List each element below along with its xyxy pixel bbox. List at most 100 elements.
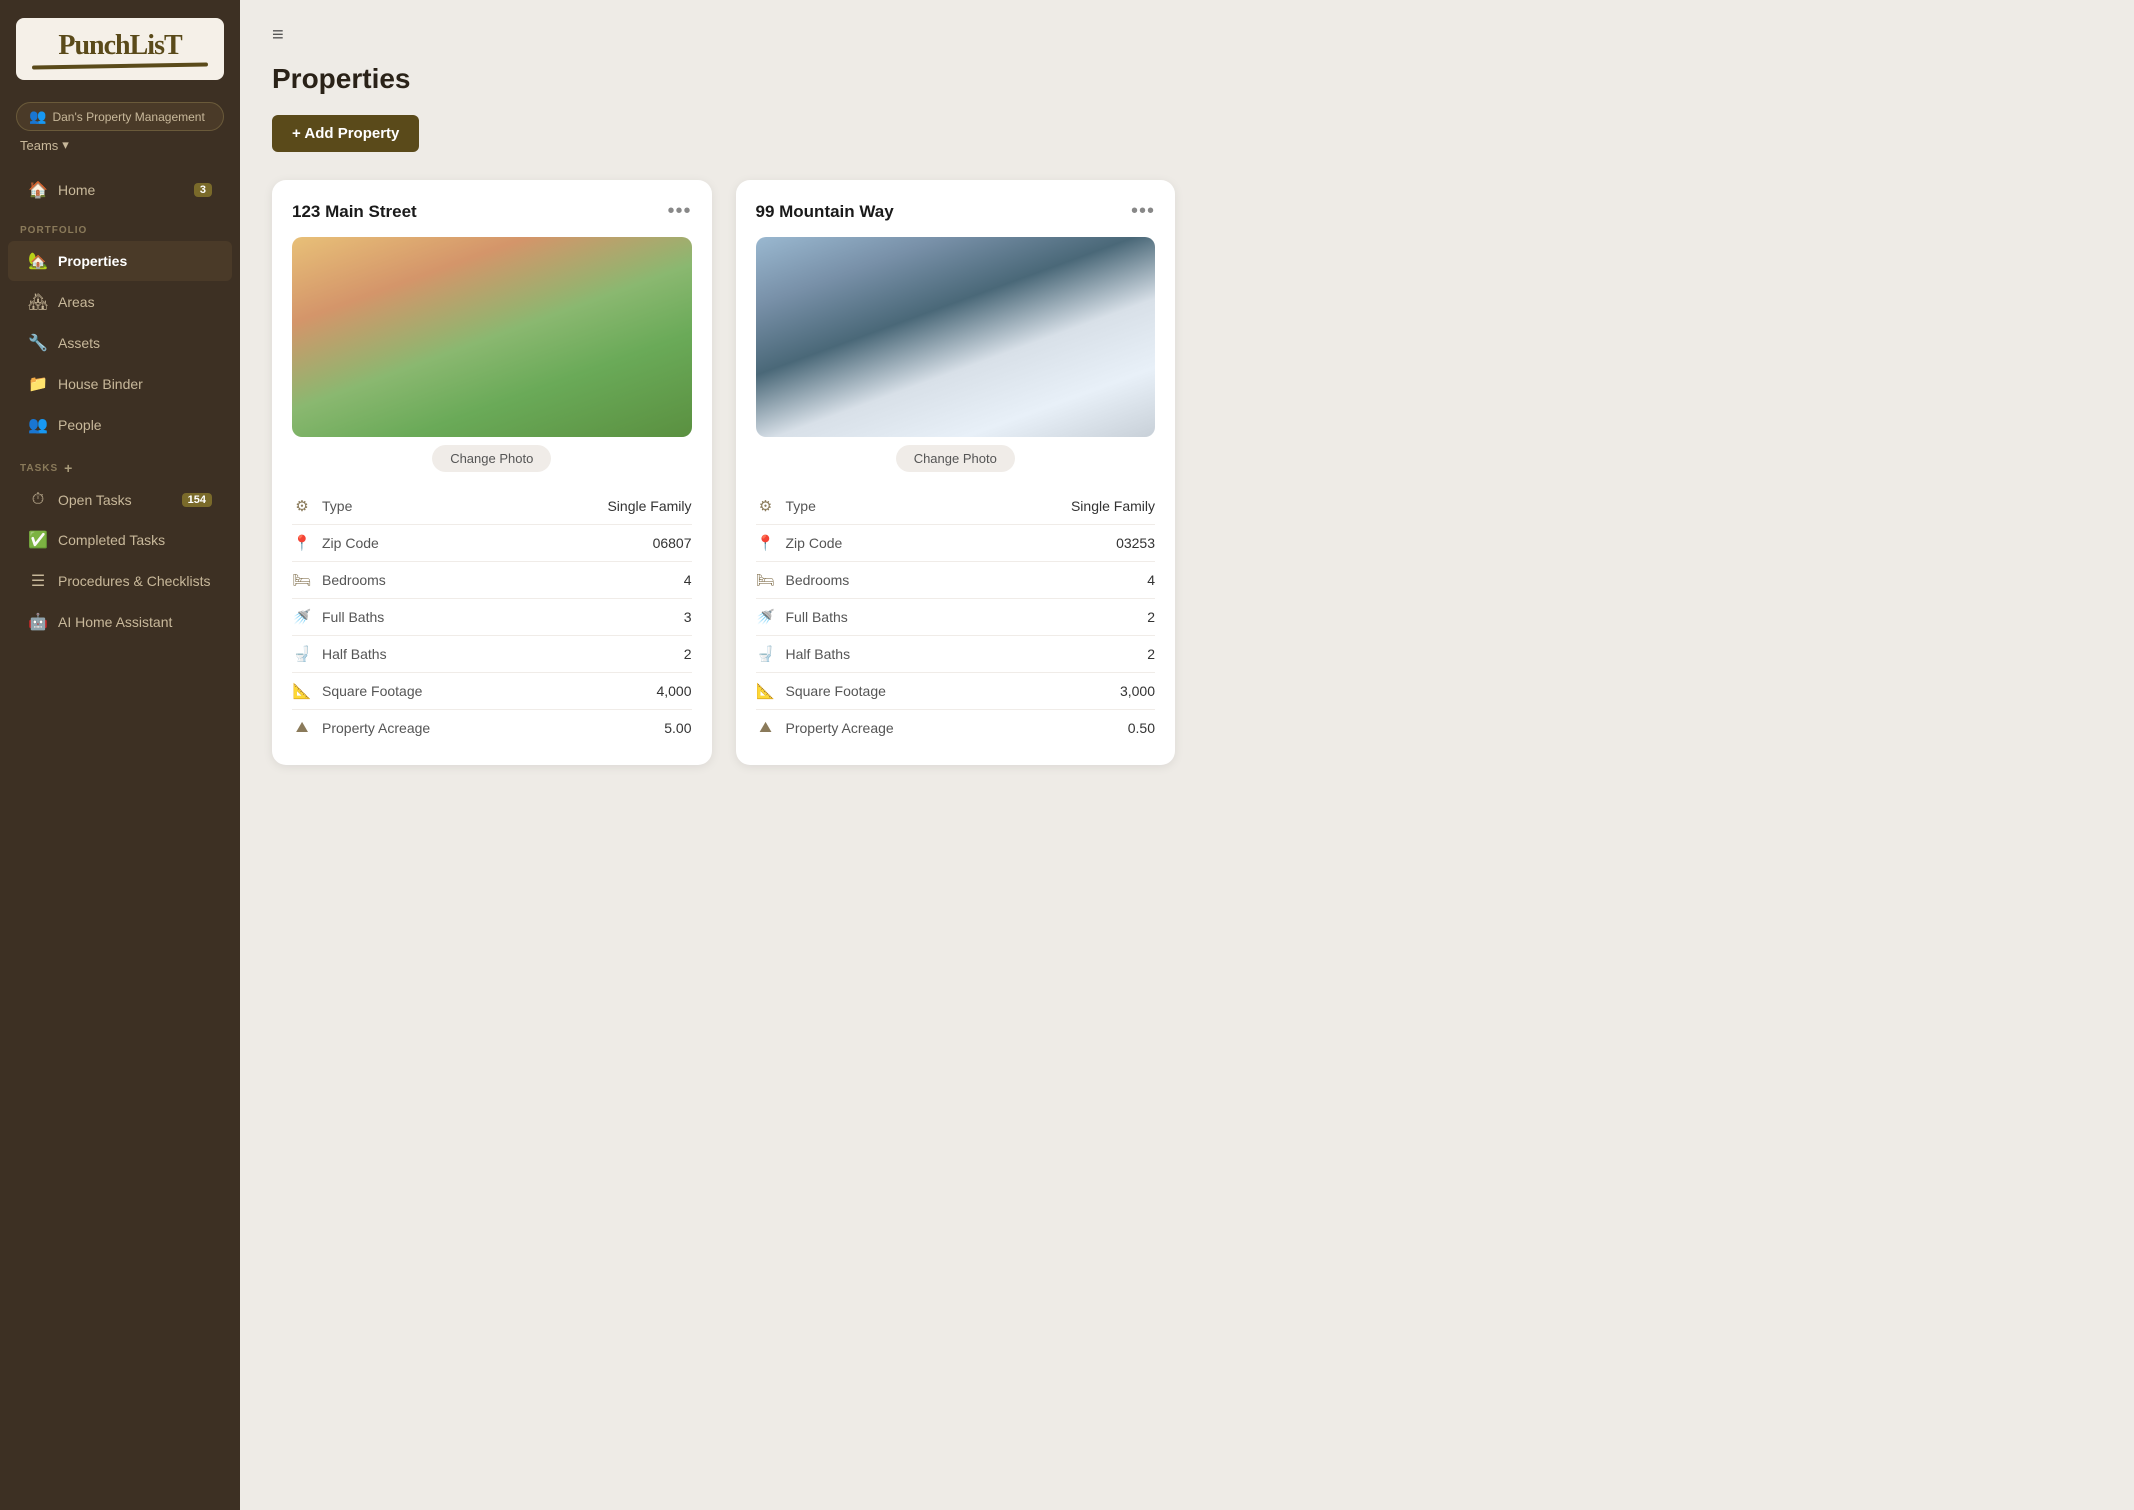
detail-value-4: 2 bbox=[1147, 646, 1155, 662]
areas-icon: 🏘 bbox=[28, 292, 48, 312]
sidebar-item-ai-assistant[interactable]: 🤖 AI Home Assistant bbox=[8, 602, 232, 642]
home-badge: 3 bbox=[194, 183, 212, 197]
ai-assistant-icon: 🤖 bbox=[28, 612, 48, 632]
detail-value-1: 06807 bbox=[653, 535, 692, 551]
detail-icon-6: ⛰ bbox=[756, 719, 776, 736]
sidebar-properties-label: Properties bbox=[58, 253, 127, 269]
people-icon: 👥 bbox=[28, 415, 48, 435]
detail-value-2: 4 bbox=[1147, 572, 1155, 588]
add-property-button[interactable]: + Add Property bbox=[272, 115, 419, 152]
house-binder-icon: 📁 bbox=[28, 374, 48, 394]
property-details: ⚙ Type Single Family 📍 Zip Code 06807 🛏 … bbox=[292, 488, 692, 745]
sidebar-people-label: People bbox=[58, 417, 102, 433]
sidebar-item-procedures[interactable]: ☰ Procedures & Checklists bbox=[8, 561, 232, 601]
change-photo-button[interactable]: Change Photo bbox=[432, 445, 551, 472]
detail-icon-2: 🛏 bbox=[292, 571, 312, 589]
detail-value-5: 3,000 bbox=[1120, 683, 1155, 699]
detail-label-6: Property Acreage bbox=[786, 720, 1118, 736]
change-photo-button[interactable]: Change Photo bbox=[896, 445, 1015, 472]
tasks-section-label: TASKS + bbox=[0, 446, 240, 480]
detail-label-0: Type bbox=[786, 498, 1061, 514]
detail-icon-3: 🚿 bbox=[292, 608, 312, 626]
detail-row: 🛏 Bedrooms 4 bbox=[756, 562, 1156, 599]
page-title: Properties bbox=[272, 63, 2102, 95]
sidebar-item-areas[interactable]: 🏘 Areas bbox=[8, 282, 232, 322]
sidebar-open-tasks-label: Open Tasks bbox=[58, 492, 132, 508]
detail-icon-1: 📍 bbox=[292, 534, 312, 552]
property-card-2: 99 Mountain Way ••• Change Photo ⚙ Type … bbox=[736, 180, 1176, 765]
assets-icon: 🔧 bbox=[28, 333, 48, 353]
detail-icon-4: 🚽 bbox=[756, 645, 776, 663]
sidebar-item-assets[interactable]: 🔧 Assets bbox=[8, 323, 232, 363]
logo-underline bbox=[32, 62, 208, 69]
team-badge-icon: 👥 bbox=[29, 108, 46, 125]
sidebar-item-house-binder[interactable]: 📁 House Binder bbox=[8, 364, 232, 404]
sidebar-item-completed-tasks[interactable]: ✅ Completed Tasks bbox=[8, 520, 232, 560]
detail-label-5: Square Footage bbox=[322, 683, 646, 699]
completed-tasks-icon: ✅ bbox=[28, 530, 48, 550]
sidebar-procedures-label: Procedures & Checklists bbox=[58, 573, 211, 589]
detail-icon-5: 📐 bbox=[756, 682, 776, 700]
open-tasks-icon: ⏱ bbox=[28, 491, 48, 509]
card-menu-button[interactable]: ••• bbox=[667, 200, 691, 223]
card-menu-button[interactable]: ••• bbox=[1131, 200, 1155, 223]
detail-value-2: 4 bbox=[684, 572, 692, 588]
property-card-1: 123 Main Street ••• Change Photo ⚙ Type … bbox=[272, 180, 712, 765]
detail-icon-2: 🛏 bbox=[756, 571, 776, 589]
properties-icon: 🏡 bbox=[28, 251, 48, 271]
card-address: 99 Mountain Way bbox=[756, 202, 894, 222]
teams-row[interactable]: Teams ▾ bbox=[0, 135, 240, 165]
card-photo-container bbox=[756, 237, 1156, 437]
detail-icon-6: ⛰ bbox=[292, 719, 312, 736]
detail-icon-0: ⚙ bbox=[292, 497, 312, 515]
sidebar-item-open-tasks[interactable]: ⏱ Open Tasks 154 bbox=[8, 481, 232, 519]
sidebar-ai-label: AI Home Assistant bbox=[58, 614, 172, 630]
card-header: 99 Mountain Way ••• bbox=[756, 200, 1156, 223]
sidebar-item-properties[interactable]: 🏡 Properties bbox=[8, 241, 232, 281]
teams-chevron-icon: ▾ bbox=[62, 137, 69, 153]
detail-row: 📐 Square Footage 3,000 bbox=[756, 673, 1156, 710]
portfolio-section-label: PORTFOLIO bbox=[0, 211, 240, 240]
sidebar-item-home[interactable]: 🏠 Home 3 bbox=[8, 170, 232, 210]
sidebar-home-label: Home bbox=[58, 182, 95, 198]
detail-label-5: Square Footage bbox=[786, 683, 1110, 699]
detail-icon-0: ⚙ bbox=[756, 497, 776, 515]
property-details: ⚙ Type Single Family 📍 Zip Code 03253 🛏 … bbox=[756, 488, 1156, 745]
detail-row: 🛏 Bedrooms 4 bbox=[292, 562, 692, 599]
tasks-add-button[interactable]: + bbox=[64, 460, 73, 476]
detail-label-0: Type bbox=[322, 498, 597, 514]
teams-label: Teams bbox=[20, 138, 58, 153]
detail-row: 📍 Zip Code 06807 bbox=[292, 525, 692, 562]
detail-label-3: Full Baths bbox=[786, 609, 1138, 625]
detail-row: 🚿 Full Baths 2 bbox=[756, 599, 1156, 636]
hamburger-menu[interactable]: ≡ bbox=[272, 24, 2102, 47]
detail-label-4: Half Baths bbox=[786, 646, 1138, 662]
sidebar-item-people[interactable]: 👥 People bbox=[8, 405, 232, 445]
team-badge[interactable]: 👥 Dan's Property Management bbox=[16, 102, 224, 131]
detail-label-3: Full Baths bbox=[322, 609, 674, 625]
detail-row: ⚙ Type Single Family bbox=[756, 488, 1156, 525]
sidebar: PunchLisT 👥 Dan's Property Management Te… bbox=[0, 0, 240, 1510]
detail-row: ⛰ Property Acreage 0.50 bbox=[756, 710, 1156, 745]
detail-value-5: 4,000 bbox=[656, 683, 691, 699]
detail-row: 📍 Zip Code 03253 bbox=[756, 525, 1156, 562]
sidebar-areas-label: Areas bbox=[58, 294, 95, 310]
app-logo: PunchLisT bbox=[32, 32, 208, 60]
sidebar-completed-tasks-label: Completed Tasks bbox=[58, 532, 165, 548]
card-address: 123 Main Street bbox=[292, 202, 417, 222]
detail-label-2: Bedrooms bbox=[322, 572, 674, 588]
procedures-icon: ☰ bbox=[28, 571, 48, 591]
card-photo bbox=[756, 237, 1156, 437]
detail-icon-3: 🚿 bbox=[756, 608, 776, 626]
open-tasks-badge: 154 bbox=[182, 493, 212, 507]
card-photo bbox=[292, 237, 692, 437]
detail-icon-4: 🚽 bbox=[292, 645, 312, 663]
logo-box: PunchLisT bbox=[16, 18, 224, 80]
detail-row: ⚙ Type Single Family bbox=[292, 488, 692, 525]
detail-value-0: Single Family bbox=[1071, 498, 1155, 514]
detail-row: 🚽 Half Baths 2 bbox=[292, 636, 692, 673]
detail-value-4: 2 bbox=[684, 646, 692, 662]
detail-label-4: Half Baths bbox=[322, 646, 674, 662]
main-content: ≡ Properties + Add Property 123 Main Str… bbox=[240, 0, 2134, 1510]
detail-row: ⛰ Property Acreage 5.00 bbox=[292, 710, 692, 745]
